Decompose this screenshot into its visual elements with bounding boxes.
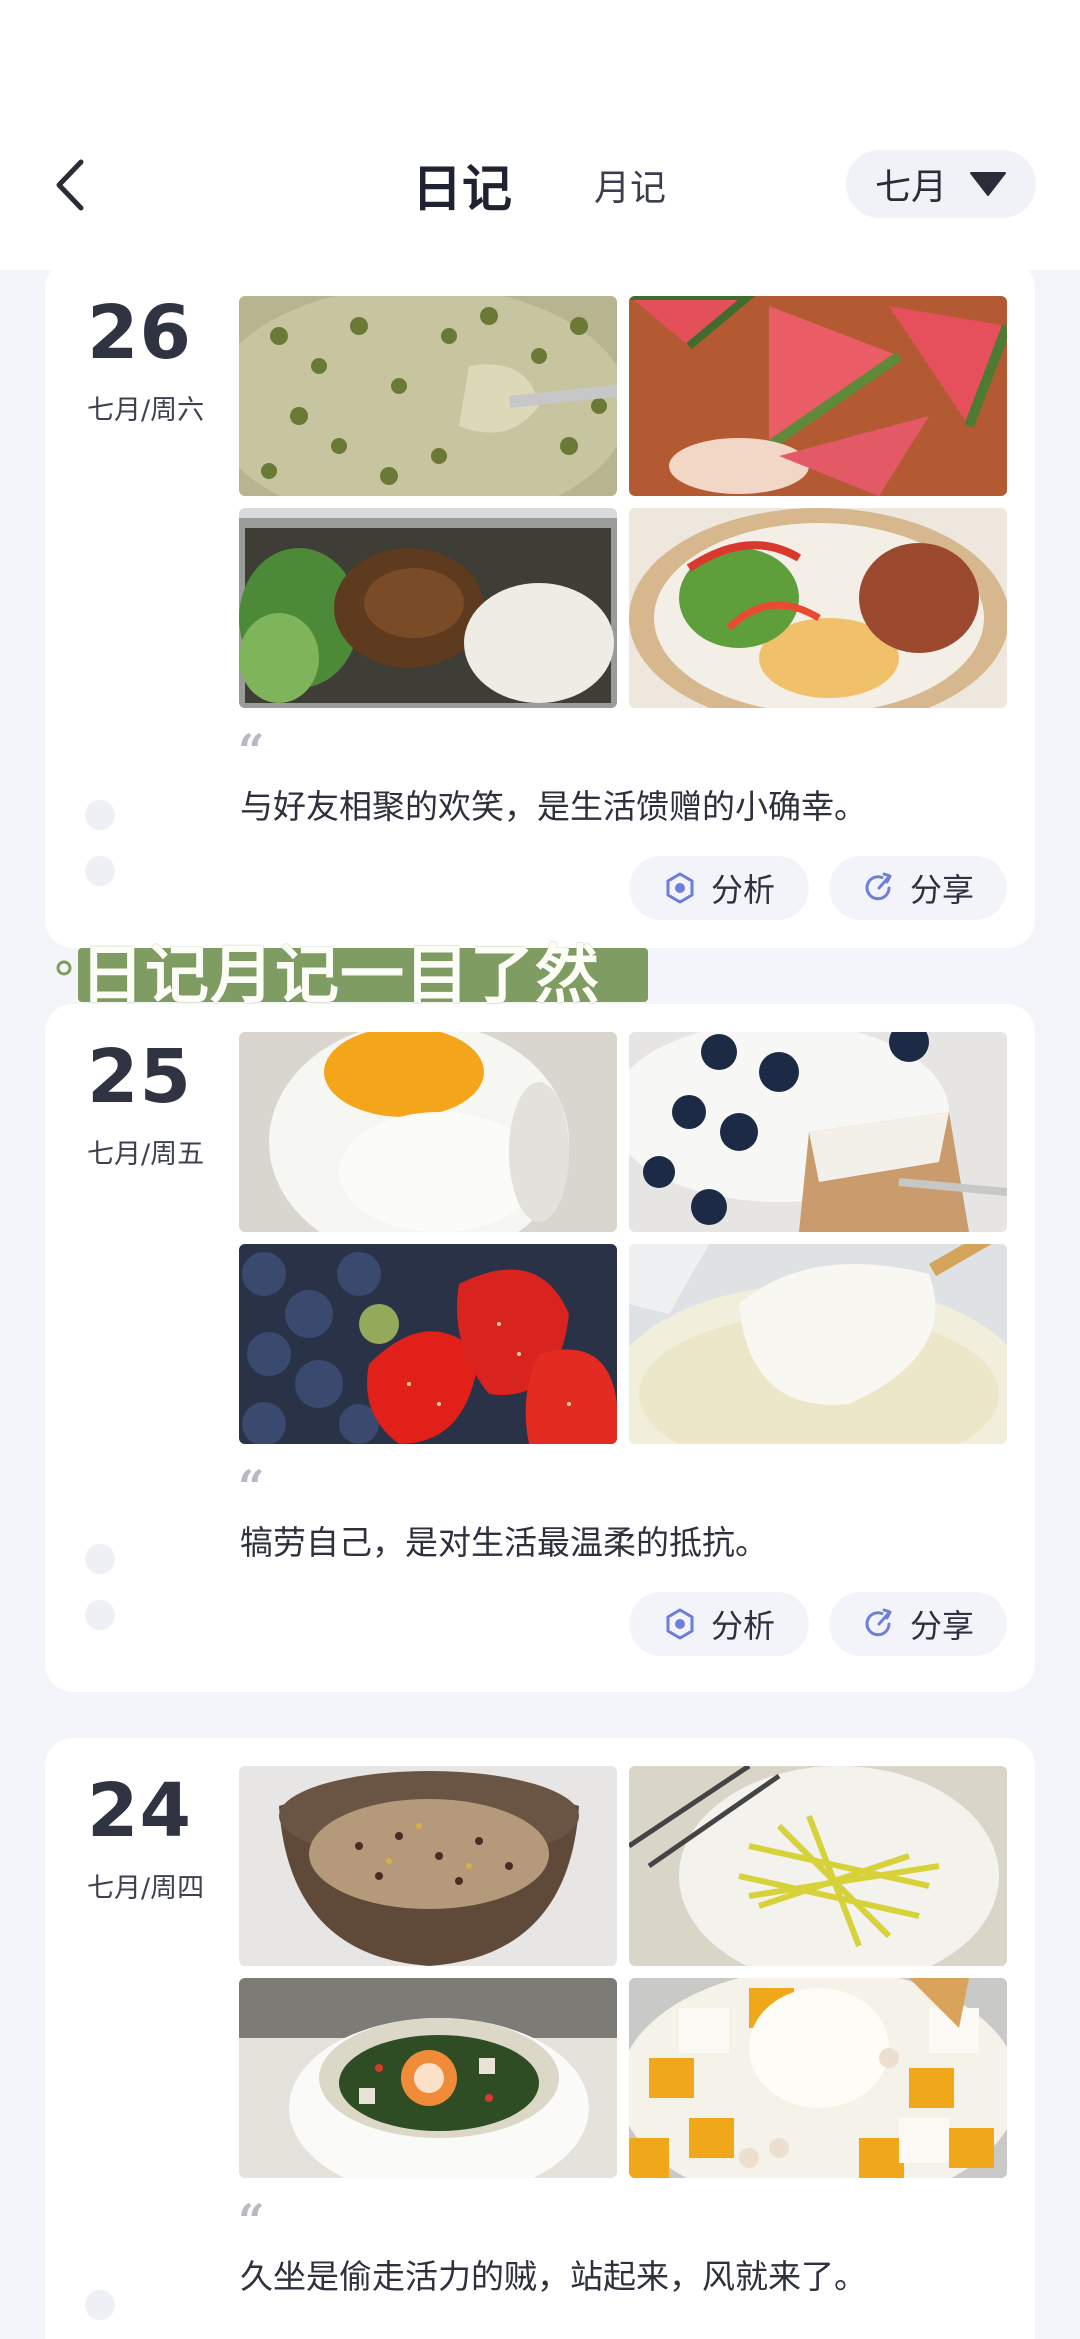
photo-blueberry-cake[interactable] <box>629 1032 1007 1232</box>
timeline-dot <box>85 800 115 830</box>
month-selector-label: 七月 <box>874 167 947 208</box>
month-selector[interactable]: 七月 <box>846 150 1036 218</box>
photo-mango-yogurt[interactable] <box>239 1032 617 1232</box>
share-button[interactable]: 分享 <box>829 856 1007 920</box>
back-button[interactable] <box>40 150 100 220</box>
diary-feed[interactable]: 26 七月/周六 “ 与好友相聚的欢笑，是生活馈赠的小确幸。 分析 分享 25 … <box>0 270 1080 2339</box>
diary-entry-card[interactable]: 26 七月/周六 “ 与好友相聚的欢笑，是生活馈赠的小确幸。 分析 分享 <box>45 270 1035 948</box>
quote-mark: “ <box>238 2194 265 2248</box>
photo-corn-noodles[interactable] <box>629 1766 1007 1966</box>
banner-text: 日记月记一目了然 <box>80 939 600 1013</box>
entry-day: 26 <box>87 290 192 376</box>
analyze-icon <box>663 1607 697 1641</box>
analyze-button[interactable]: 分析 <box>629 1592 809 1656</box>
diary-entry-card[interactable]: 25 七月/周五 “ 犒劳自己，是对生活最温柔的抵抗。 分析 分享 <box>45 1004 1035 1692</box>
share-button[interactable]: 分享 <box>829 1592 1007 1656</box>
entry-day: 24 <box>87 1768 192 1854</box>
tab-daily-label: 日记 <box>412 160 512 218</box>
photo-berries[interactable] <box>239 1244 617 1444</box>
share-label: 分享 <box>909 1607 974 1645</box>
photo-mung-bean-soup[interactable] <box>239 296 617 496</box>
share-icon <box>862 871 896 905</box>
entry-date-sub: 七月/周六 <box>87 395 205 426</box>
tab-monthly[interactable]: 月记 <box>594 150 666 220</box>
quote-mark: “ <box>238 1460 265 1514</box>
entry-text: 与好友相聚的欢笑，是生活馈赠的小确幸。 <box>240 787 867 826</box>
analyze-label: 分析 <box>710 871 775 909</box>
photo-chicken-rice-box[interactable] <box>239 508 617 708</box>
banner-dot-icon <box>56 960 72 976</box>
analyze-button[interactable]: 分析 <box>629 856 809 920</box>
photo-shrimp-soup[interactable] <box>239 1978 617 2178</box>
share-label: 分享 <box>909 871 974 909</box>
entry-date-sub: 七月/周五 <box>87 1139 205 1170</box>
triangle-down-icon <box>970 172 1006 196</box>
entry-date-sub: 七月/周四 <box>87 1873 205 1904</box>
entry-text: 久坐是偷走活力的贼，站起来，风就来了。 <box>240 2257 867 2296</box>
timeline-dot <box>85 1544 115 1574</box>
timeline-dot <box>85 856 115 886</box>
timeline-dot <box>85 1600 115 1630</box>
entry-day: 25 <box>87 1034 192 1120</box>
photo-mango-icecream[interactable] <box>629 1978 1007 2178</box>
diary-entry-card[interactable]: 24 七月/周四 “ 久坐是偷走活力的贼，站起来，风就来了。 <box>45 1738 1035 2339</box>
top-bar: 日记 月记 七月 <box>0 0 1080 270</box>
photo-yogurt-spoon[interactable] <box>629 1244 1007 1444</box>
promo-banner: 日记月记一目了然 <box>52 918 662 1028</box>
timeline-dot <box>85 2290 115 2320</box>
photo-squid-rice-plate[interactable] <box>629 508 1007 708</box>
photo-grain-rice-bowl[interactable] <box>239 1766 617 1966</box>
entry-text: 犒劳自己，是对生活最温柔的抵抗。 <box>240 1523 768 1562</box>
analyze-label: 分析 <box>710 1607 775 1645</box>
photo-watermelon[interactable] <box>629 296 1007 496</box>
chevron-left-icon <box>56 159 84 211</box>
share-icon <box>862 1607 896 1641</box>
analyze-icon <box>663 871 697 905</box>
tab-monthly-label: 月记 <box>594 168 667 209</box>
quote-mark: “ <box>238 724 265 778</box>
tab-daily[interactable]: 日记 <box>410 150 514 220</box>
